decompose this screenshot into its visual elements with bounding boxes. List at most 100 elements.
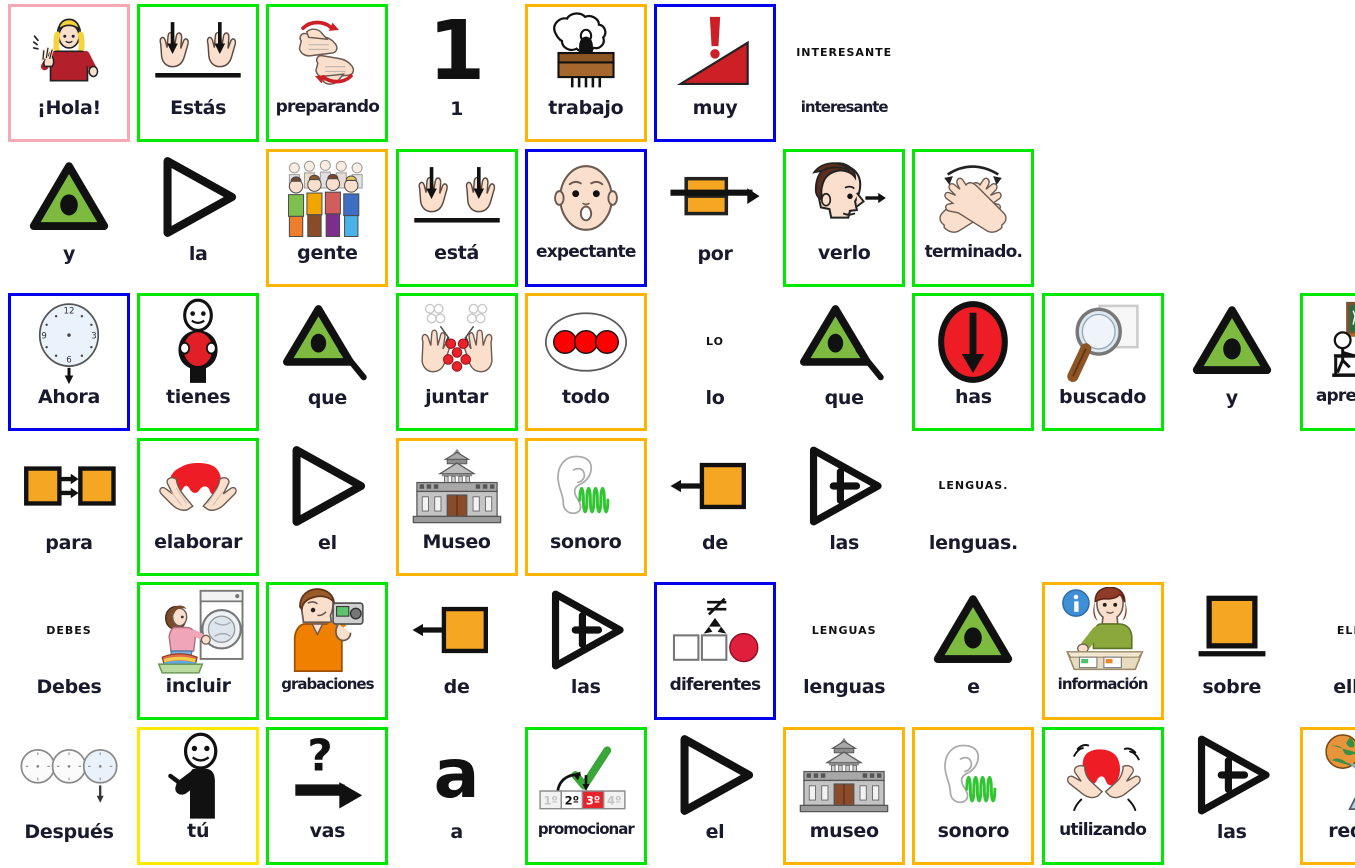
pictogram-label: para: [45, 531, 93, 554]
pictogram-cell[interactable]: Estás: [137, 4, 260, 142]
pictogram-cell[interactable]: LENGUAS lenguas: [783, 582, 905, 720]
pictogram-label: redes.: [1328, 820, 1355, 842]
ear-soundwave-icon: [528, 441, 644, 533]
pictogram-label: el: [317, 531, 337, 554]
pictogram-cell[interactable]: de: [396, 582, 518, 720]
pictogram-cell[interactable]: gente: [266, 148, 389, 287]
pictogram-cell[interactable]: para: [8, 438, 130, 576]
pictogram-cell[interactable]: has: [912, 293, 1035, 432]
pictogram-cell[interactable]: y: [1171, 293, 1293, 431]
pictogram-cell[interactable]: las: [525, 582, 647, 720]
pictogram-cell[interactable]: la: [137, 149, 259, 287]
pictogram-cell[interactable]: las: [1171, 727, 1293, 865]
pictogram-cell[interactable]: tienes: [137, 293, 260, 432]
pictogram-cell[interactable]: elaborar: [137, 437, 260, 576]
pictogram-cell[interactable]: DEBES Debes: [8, 582, 130, 720]
svg-text:12: 12: [64, 307, 75, 317]
pictogram-cell[interactable]: Museo: [395, 437, 518, 576]
pictogram-cell[interactable]: terminado.: [912, 148, 1035, 287]
green-triangle-icon: [1171, 293, 1293, 389]
pictogram-cell[interactable]: utilizando: [1041, 727, 1164, 865]
pictogram-cell[interactable]: grabaciones: [266, 582, 389, 721]
pictogram-cell[interactable]: de: [654, 438, 776, 576]
letter-a-icon: a: [433, 735, 480, 815]
pictogram-cell[interactable]: que: [266, 293, 388, 431]
pictogram-cell[interactable]: LENGUAS. lenguas.: [912, 438, 1034, 576]
pictogram-cell[interactable]: información: [1041, 582, 1164, 721]
pictogram-label: utilizando: [1059, 820, 1147, 840]
pictogram-label: tú: [187, 820, 210, 842]
svg-text:3º: 3º: [586, 793, 600, 807]
pictogram-cell[interactable]: por: [654, 149, 776, 287]
svg-text:?: ?: [308, 732, 334, 782]
pictogram-cell[interactable]: 1 1: [396, 4, 518, 142]
museum-building-icon: [399, 441, 515, 533]
museum-building-icon: [786, 730, 902, 822]
hands-using-icon: [1045, 730, 1161, 822]
pictogram-label: de: [702, 531, 728, 554]
hands-rotating-icon: [269, 7, 385, 99]
pictogram-cell[interactable]: tú: [137, 727, 260, 865]
pictogram-label: que: [824, 387, 864, 410]
info-desk-icon: [1045, 585, 1161, 677]
head-looking-icon: [786, 152, 902, 244]
pictogram-cell[interactable]: que: [783, 293, 905, 431]
pictogram-cell[interactable]: INTERESANTE interesante: [783, 4, 905, 142]
pictogram-cell[interactable]: verlo: [783, 148, 906, 287]
question-arrow-icon: ?: [269, 730, 385, 822]
pictogram-cell[interactable]: ABC aprendido: [1300, 293, 1355, 432]
pictogram-cell[interactable]: expectante: [524, 148, 647, 287]
outline-triangle-icon: [266, 438, 388, 534]
pictogram-label: ellas.: [1333, 676, 1355, 699]
pictogram-label: juntar: [425, 386, 489, 409]
pictogram-label: y: [62, 242, 76, 265]
pictogram-cell[interactable]: e: [912, 582, 1034, 720]
pictogram-cell[interactable]: las: [783, 438, 905, 576]
pictogram-cell[interactable]: muy: [654, 4, 776, 142]
pictogram-cell[interactable]: está: [395, 148, 518, 287]
pictogram-label: Museo: [422, 530, 491, 553]
pictogram-label: interesante: [800, 98, 889, 116]
pictogram-label: y: [1225, 387, 1238, 410]
pictogram-label: Ahora: [38, 386, 100, 409]
pictogram-cell[interactable]: sonoro: [912, 727, 1035, 865]
pictogram-cell[interactable]: ? vas: [266, 727, 389, 865]
pictogram-label: diferentes: [669, 675, 762, 696]
pictogram-cell[interactable]: incluir: [137, 582, 260, 721]
pictogram-cell[interactable]: 1º 2º 3º 4º promocionar: [524, 727, 647, 865]
magnifier-icon: [1045, 296, 1161, 388]
pictogram-cell[interactable]: buscado: [1041, 293, 1164, 432]
pictogram-cell[interactable]: ¡Hola!: [8, 4, 130, 142]
green-triangle-icon: [8, 149, 130, 245]
pictogram-cell[interactable]: museo: [783, 727, 906, 865]
pictogram-cell[interactable]: y: [8, 149, 130, 287]
pictogram-label: buscado: [1059, 386, 1147, 409]
square-on-line-icon: [1171, 582, 1293, 678]
pictogram-cell[interactable]: sonoro: [524, 437, 647, 576]
pictogram-cell[interactable]: sobre: [1171, 582, 1293, 720]
pictogram-cell[interactable]: el: [266, 438, 388, 576]
pictogram-cell[interactable]: diferentes: [654, 582, 776, 721]
pictogram-cell[interactable]: trabajo: [524, 4, 647, 142]
two-squares-arrows-icon: [8, 438, 130, 534]
pictogram-cell[interactable]: preparando: [266, 4, 389, 142]
pictogram-label: está: [434, 241, 480, 264]
three-dots-circle-icon: [528, 296, 644, 388]
pictogram-cell[interactable]: ELLAS. ellas.: [1300, 582, 1355, 720]
pictogram-cell[interactable]: redes.: [1300, 727, 1355, 865]
square-left-arrow-icon: [396, 582, 518, 678]
pictogram-cell[interactable]: todo: [524, 293, 647, 432]
pictogram-cell[interactable]: Después: [8, 727, 130, 865]
different-shapes-icon: [657, 585, 773, 677]
text-word-icon: LO: [654, 293, 776, 389]
pictogram-cell[interactable]: 12 3 6 9 Ahora: [8, 293, 130, 432]
pictogram-cell[interactable]: LO lo: [654, 293, 776, 431]
pictogram-label: el: [705, 821, 725, 843]
pictogram-label: sonoro: [937, 820, 1010, 842]
pictogram-cell[interactable]: a a: [396, 727, 518, 865]
svg-text:3: 3: [91, 332, 96, 342]
pictogram-cell[interactable]: juntar: [395, 293, 518, 432]
pictogram-label: grabaciones: [281, 675, 374, 694]
pictogram-cell[interactable]: el: [654, 727, 776, 865]
svg-text:2º: 2º: [564, 793, 578, 807]
